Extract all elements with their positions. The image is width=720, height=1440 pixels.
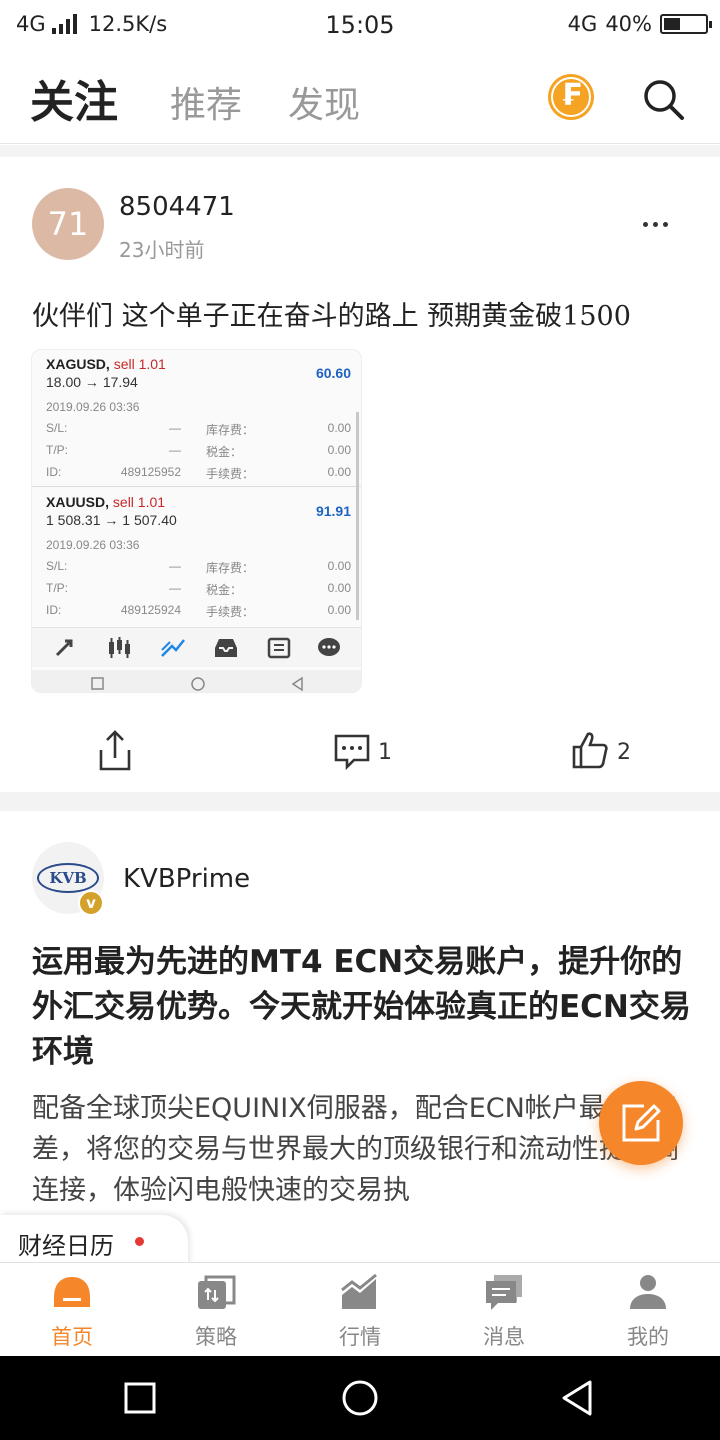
recent-apps-icon[interactable] bbox=[120, 1378, 160, 1418]
order-row: ID: 489125924 手续费： 0.00 bbox=[46, 603, 351, 619]
order-datetime: 2019.09.26 03:36 bbox=[46, 538, 140, 552]
tab-strategy[interactable]: 策略 bbox=[144, 1263, 288, 1357]
tab-label: 首页 bbox=[51, 1325, 93, 1349]
avatar[interactable]: 71 bbox=[32, 188, 104, 260]
post-headline[interactable]: 运用最为先进的MT4 ECN交易账户，提升你的外汇交易优势。今天就开始体验真正的… bbox=[32, 940, 692, 1075]
candlestick-icon bbox=[109, 637, 130, 658]
finance-calendar-button[interactable]: 财经日历 bbox=[0, 1215, 188, 1267]
comment-icon bbox=[334, 734, 370, 771]
inbox-icon bbox=[215, 639, 237, 657]
comment-count: 1 bbox=[378, 740, 392, 765]
post-username[interactable]: 8504471 bbox=[119, 192, 235, 222]
coin-icon[interactable]: ₣ bbox=[548, 74, 594, 120]
chat-bubble-icon bbox=[318, 638, 340, 656]
status-bar: 4G 12.5K/s 15:05 4G 40% bbox=[0, 0, 720, 52]
tab-label: 消息 bbox=[483, 1325, 525, 1349]
circle-icon bbox=[191, 677, 205, 691]
tab-home[interactable]: 首页 bbox=[0, 1263, 144, 1357]
order-row: ID: 489125952 手续费： 0.00 bbox=[46, 465, 351, 481]
post-username[interactable]: KVBPrime bbox=[123, 864, 250, 894]
like-button[interactable]: 2 bbox=[571, 728, 641, 778]
trade-app-toolbar bbox=[32, 627, 361, 667]
message-icon bbox=[486, 1275, 522, 1310]
tab-following[interactable]: 关注 bbox=[30, 66, 118, 130]
verified-badge-icon: v bbox=[78, 890, 104, 916]
system-nav-bar bbox=[0, 1356, 720, 1440]
thumbs-up-icon bbox=[572, 732, 608, 769]
order-datetime: 2019.09.26 03:36 bbox=[46, 400, 140, 414]
news-icon bbox=[267, 637, 291, 659]
divider bbox=[0, 145, 720, 157]
square-icon bbox=[91, 677, 104, 690]
network-type-right: 4G bbox=[567, 12, 598, 36]
trend-icon bbox=[161, 639, 185, 657]
trade-arrows-icon bbox=[55, 639, 73, 657]
home-circle-icon[interactable] bbox=[340, 1378, 380, 1418]
order-row: T/P: — 税金： 0.00 bbox=[46, 581, 351, 597]
order-symbol: XAGUSD, sell 1.01 bbox=[46, 356, 166, 372]
post-text: 伙伴们 这个单子正在奋斗的路上 预期黄金破1500 bbox=[32, 301, 631, 332]
battery-percent: 40% bbox=[605, 12, 652, 36]
compose-button[interactable] bbox=[599, 1081, 683, 1165]
tab-recommended[interactable]: 推荐 bbox=[170, 76, 242, 128]
order-row: S/L: — 库存费： 0.00 bbox=[46, 421, 351, 437]
share-icon bbox=[99, 730, 131, 771]
order-profit: 60.60 bbox=[315, 365, 351, 381]
search-icon[interactable] bbox=[640, 76, 686, 122]
post-summary: 配备全球顶尖EQUINIX伺服器，配合ECN帐户最低0点差，将您的交易与世界最大… bbox=[32, 1093, 680, 1206]
order-symbol: XAUUSD, sell 1.01 bbox=[46, 494, 166, 510]
post-time: 23小时前 bbox=[119, 238, 205, 262]
battery-icon bbox=[660, 14, 712, 34]
order-row: S/L: — 库存费： 0.00 bbox=[46, 559, 351, 575]
market-chart-icon bbox=[341, 1273, 377, 1309]
tab-label: 策略 bbox=[195, 1325, 237, 1349]
bottom-tab-bar: 首页 策略 行情 消息 我的 bbox=[0, 1262, 720, 1356]
notification-dot bbox=[135, 1237, 144, 1246]
share-button[interactable] bbox=[96, 728, 136, 778]
post-actions: 1 2 bbox=[0, 728, 720, 784]
comment-button[interactable]: 1 bbox=[332, 728, 402, 778]
status-right: 4G 40% bbox=[567, 12, 712, 36]
post-image-trade-screenshot[interactable]: XAGUSD, sell 1.01 18.00 → 17.94 60.60 20… bbox=[31, 349, 362, 693]
tab-market[interactable]: 行情 bbox=[288, 1263, 432, 1357]
tab-profile[interactable]: 我的 bbox=[576, 1263, 720, 1357]
tab-discover[interactable]: 发现 bbox=[288, 76, 360, 128]
tab-label: 行情 bbox=[339, 1325, 381, 1349]
tab-messages[interactable]: 消息 bbox=[432, 1263, 576, 1357]
home-icon bbox=[54, 1277, 90, 1307]
profile-icon bbox=[630, 1275, 666, 1309]
top-nav: 关注 推荐 发现 ₣ bbox=[0, 52, 720, 144]
kvb-logo: KVB bbox=[37, 863, 99, 893]
like-count: 2 bbox=[617, 740, 631, 765]
finance-calendar-label: 财经日历 bbox=[18, 1232, 114, 1260]
order-profit: 91.91 bbox=[315, 503, 351, 519]
order-prices: 1 508.31 → 1 507.40 bbox=[46, 512, 177, 528]
order-row: T/P: — 税金： 0.00 bbox=[46, 443, 351, 459]
tab-label: 我的 bbox=[627, 1325, 669, 1349]
divider bbox=[0, 792, 720, 811]
more-options-icon[interactable] bbox=[640, 210, 672, 238]
back-triangle-icon bbox=[291, 676, 303, 692]
divider bbox=[32, 486, 361, 487]
strategy-icon bbox=[198, 1275, 236, 1309]
scrollbar bbox=[356, 412, 359, 620]
trade-app-navbar bbox=[32, 670, 361, 692]
back-icon[interactable] bbox=[558, 1378, 598, 1418]
order-prices: 18.00 → 17.94 bbox=[46, 374, 138, 390]
edit-icon bbox=[622, 1104, 661, 1142]
